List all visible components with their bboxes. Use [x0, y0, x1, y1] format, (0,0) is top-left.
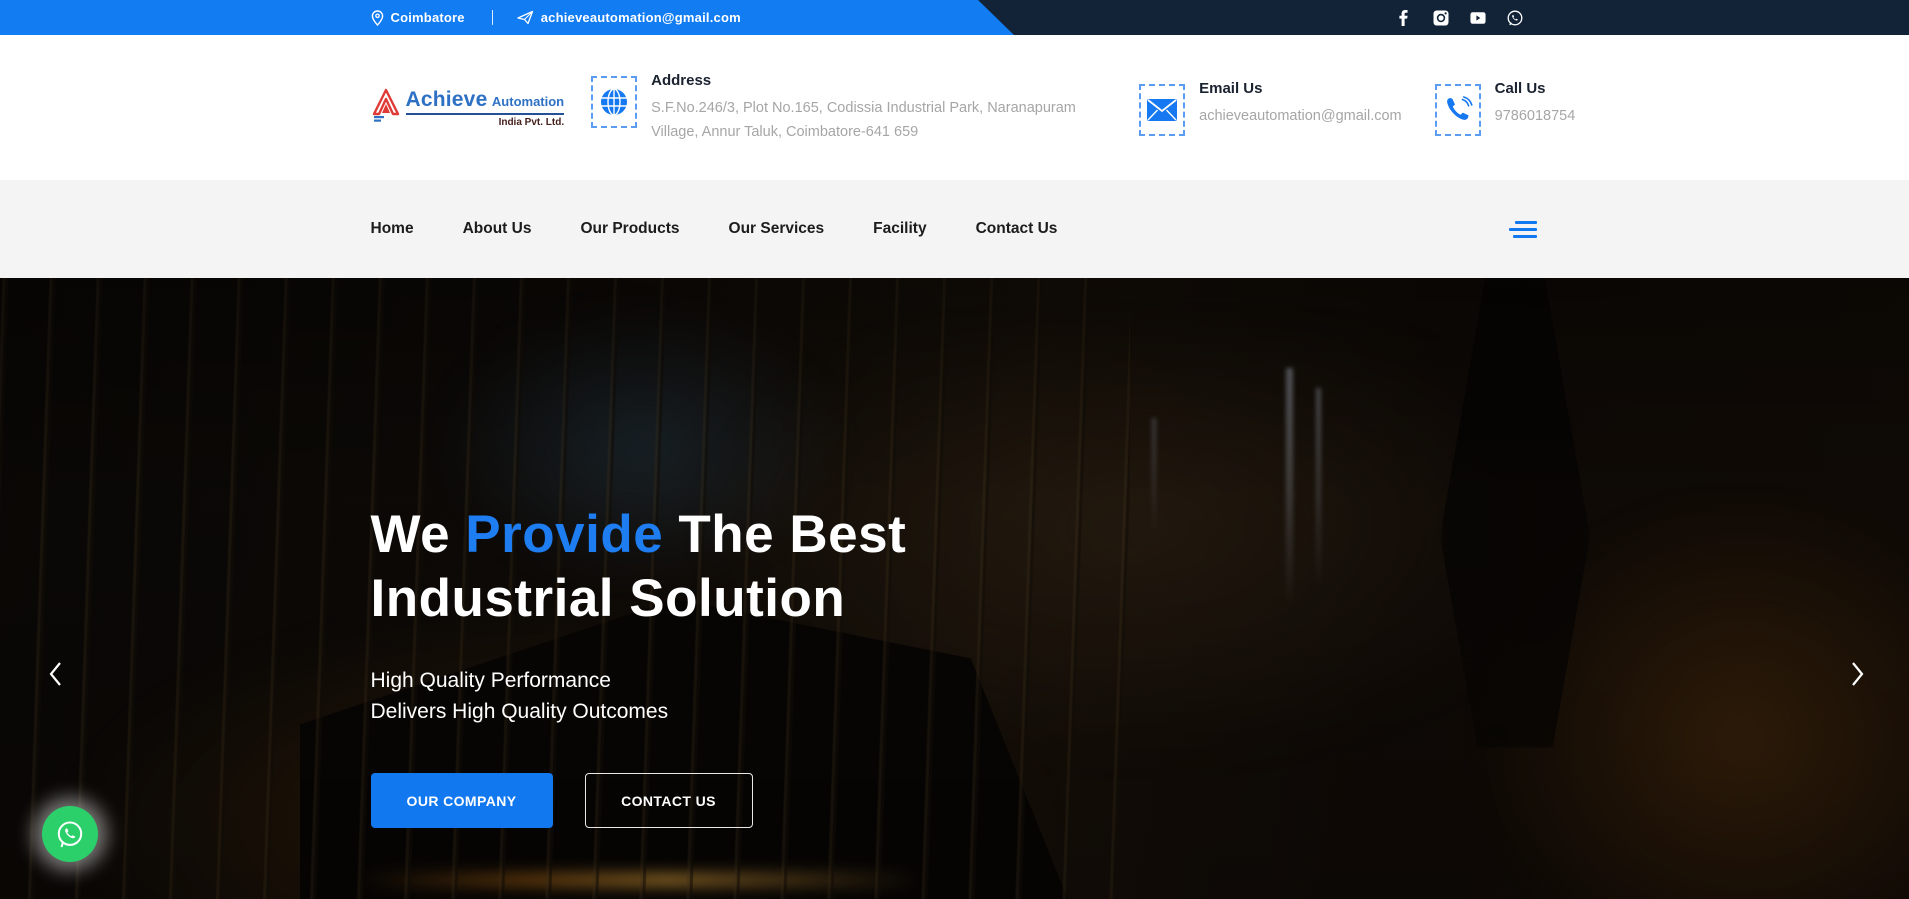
hero-subtitle-line2: Delivers High Quality Outcomes [370, 700, 669, 723]
nav-item-our-services[interactable]: Our Services [729, 220, 825, 238]
topbar-separator [491, 10, 493, 25]
nav-item-home[interactable]: Home [371, 220, 414, 238]
youtube-icon[interactable] [1469, 10, 1486, 26]
address-block: Address S.F.No.246/3, Plot No.165, Codis… [591, 72, 1103, 144]
location-pin-icon [371, 9, 383, 26]
logo-primary-text: Achieve [405, 87, 488, 111]
logo-secondary-text: Automation [491, 93, 565, 109]
phone-value-link[interactable]: 9786018754 [1495, 104, 1576, 128]
main-navbar: Home About Us Our Products Our Services … [0, 180, 1909, 278]
facebook-icon[interactable] [1396, 9, 1412, 26]
topbar-location-text: Coimbatore [390, 10, 465, 25]
hero-heading: We Provide The Best Industrial Solution [371, 503, 1539, 631]
email-title: Email Us [1199, 79, 1263, 97]
whatsapp-icon [57, 821, 83, 848]
hero-heading-pre: We [370, 505, 451, 564]
hero-heading-line2: Industrial Solution [370, 569, 846, 628]
hero-buttons: OUR COMPANY CONTACT US [370, 773, 1539, 828]
nav-item-facility[interactable]: Facility [873, 220, 926, 238]
address-line-2: Village, Annur Taluk, Coimbatore-641 659 [651, 123, 919, 140]
address-title: Address [651, 71, 712, 89]
topbar-email-text: achieveautomation@gmail.com [540, 10, 741, 25]
nav-item-contact-us[interactable]: Contact Us [976, 220, 1058, 238]
carousel-next-arrow[interactable] [1847, 656, 1869, 692]
hamburger-line [1508, 227, 1537, 231]
address-line-1: S.F.No.246/3, Plot No.165, Codissia Indu… [651, 99, 1076, 116]
hero-heading-post: The Best [678, 505, 907, 564]
social-links [1396, 9, 1539, 26]
nav-item-our-products[interactable]: Our Products [580, 220, 679, 238]
whatsapp-float-button[interactable] [42, 806, 98, 862]
our-company-button[interactable]: OUR COMPANY [370, 773, 553, 828]
hamburger-line [1512, 234, 1537, 238]
logo-text: Achieve Automation India Pvt. Ltd. [405, 87, 565, 128]
hamburger-line [1514, 220, 1537, 224]
envelope-icon [1139, 83, 1186, 136]
call-block: Call Us 9786018754 [1434, 79, 1576, 136]
paper-plane-icon [517, 10, 533, 25]
hero-subtitle-line1: High Quality Performance [370, 669, 611, 692]
topbar: Coimbatore achieveautomation@gmail.com [0, 0, 1909, 35]
hero-subtitle: High Quality Performance Delivers High Q… [371, 665, 1539, 727]
call-title: Call Us [1494, 79, 1546, 97]
email-block: Email Us achieveautomation@gmail.com [1139, 80, 1402, 136]
logo-tagline: India Pvt. Ltd. [498, 116, 565, 128]
topbar-email-link[interactable]: achieveautomation@gmail.com [517, 10, 741, 25]
contact-us-button[interactable]: CONTACT US [584, 773, 753, 828]
topbar-location-link[interactable]: Coimbatore [371, 9, 465, 26]
instagram-icon[interactable] [1433, 10, 1449, 26]
email-value-link[interactable]: achieveautomation@gmail.com [1199, 104, 1402, 128]
logo-mark-icon [372, 88, 399, 122]
phone-icon [1434, 83, 1481, 136]
logo[interactable]: Achieve Automation India Pvt. Ltd. [371, 88, 565, 128]
whatsapp-icon[interactable] [1507, 10, 1523, 26]
globe-icon [591, 75, 638, 128]
hero-heading-highlight: Provide [465, 505, 664, 564]
hamburger-menu-icon[interactable] [1507, 215, 1539, 244]
hero-slider: We Provide The Best Industrial Solution … [0, 278, 1909, 899]
carousel-prev-arrow[interactable] [44, 656, 66, 692]
site-header: Achieve Automation India Pvt. Ltd. Addre… [0, 35, 1909, 180]
nav-item-about-us[interactable]: About Us [463, 220, 532, 238]
